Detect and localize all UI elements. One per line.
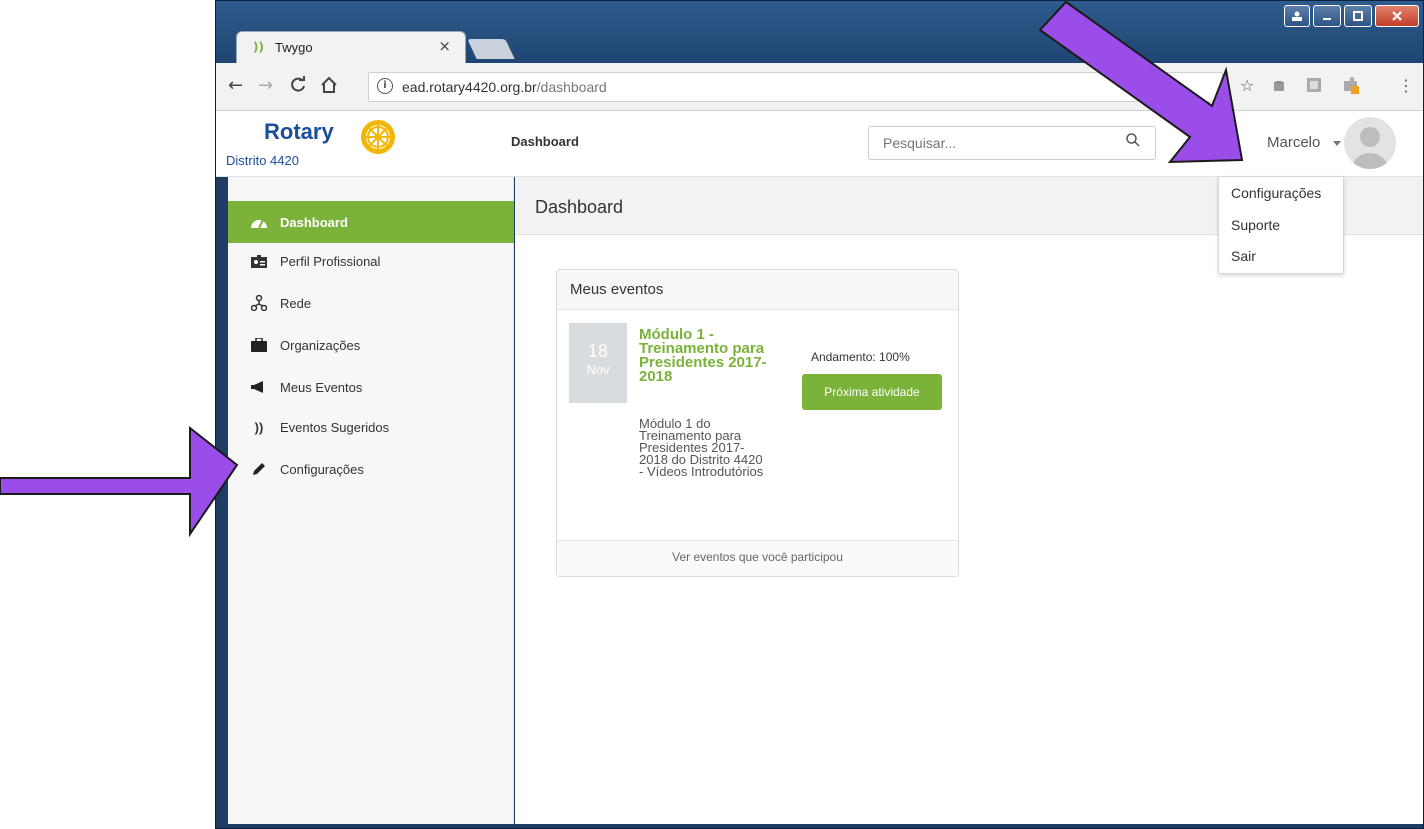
annotation-arrows [0,0,1244,538]
annotation-arrow-right [1038,0,1244,164]
screenshot-stage: )) Twygo × ← → i ead.rotary4420.org.br/d… [0,0,1424,829]
annotation-arrow-left [0,425,239,538]
